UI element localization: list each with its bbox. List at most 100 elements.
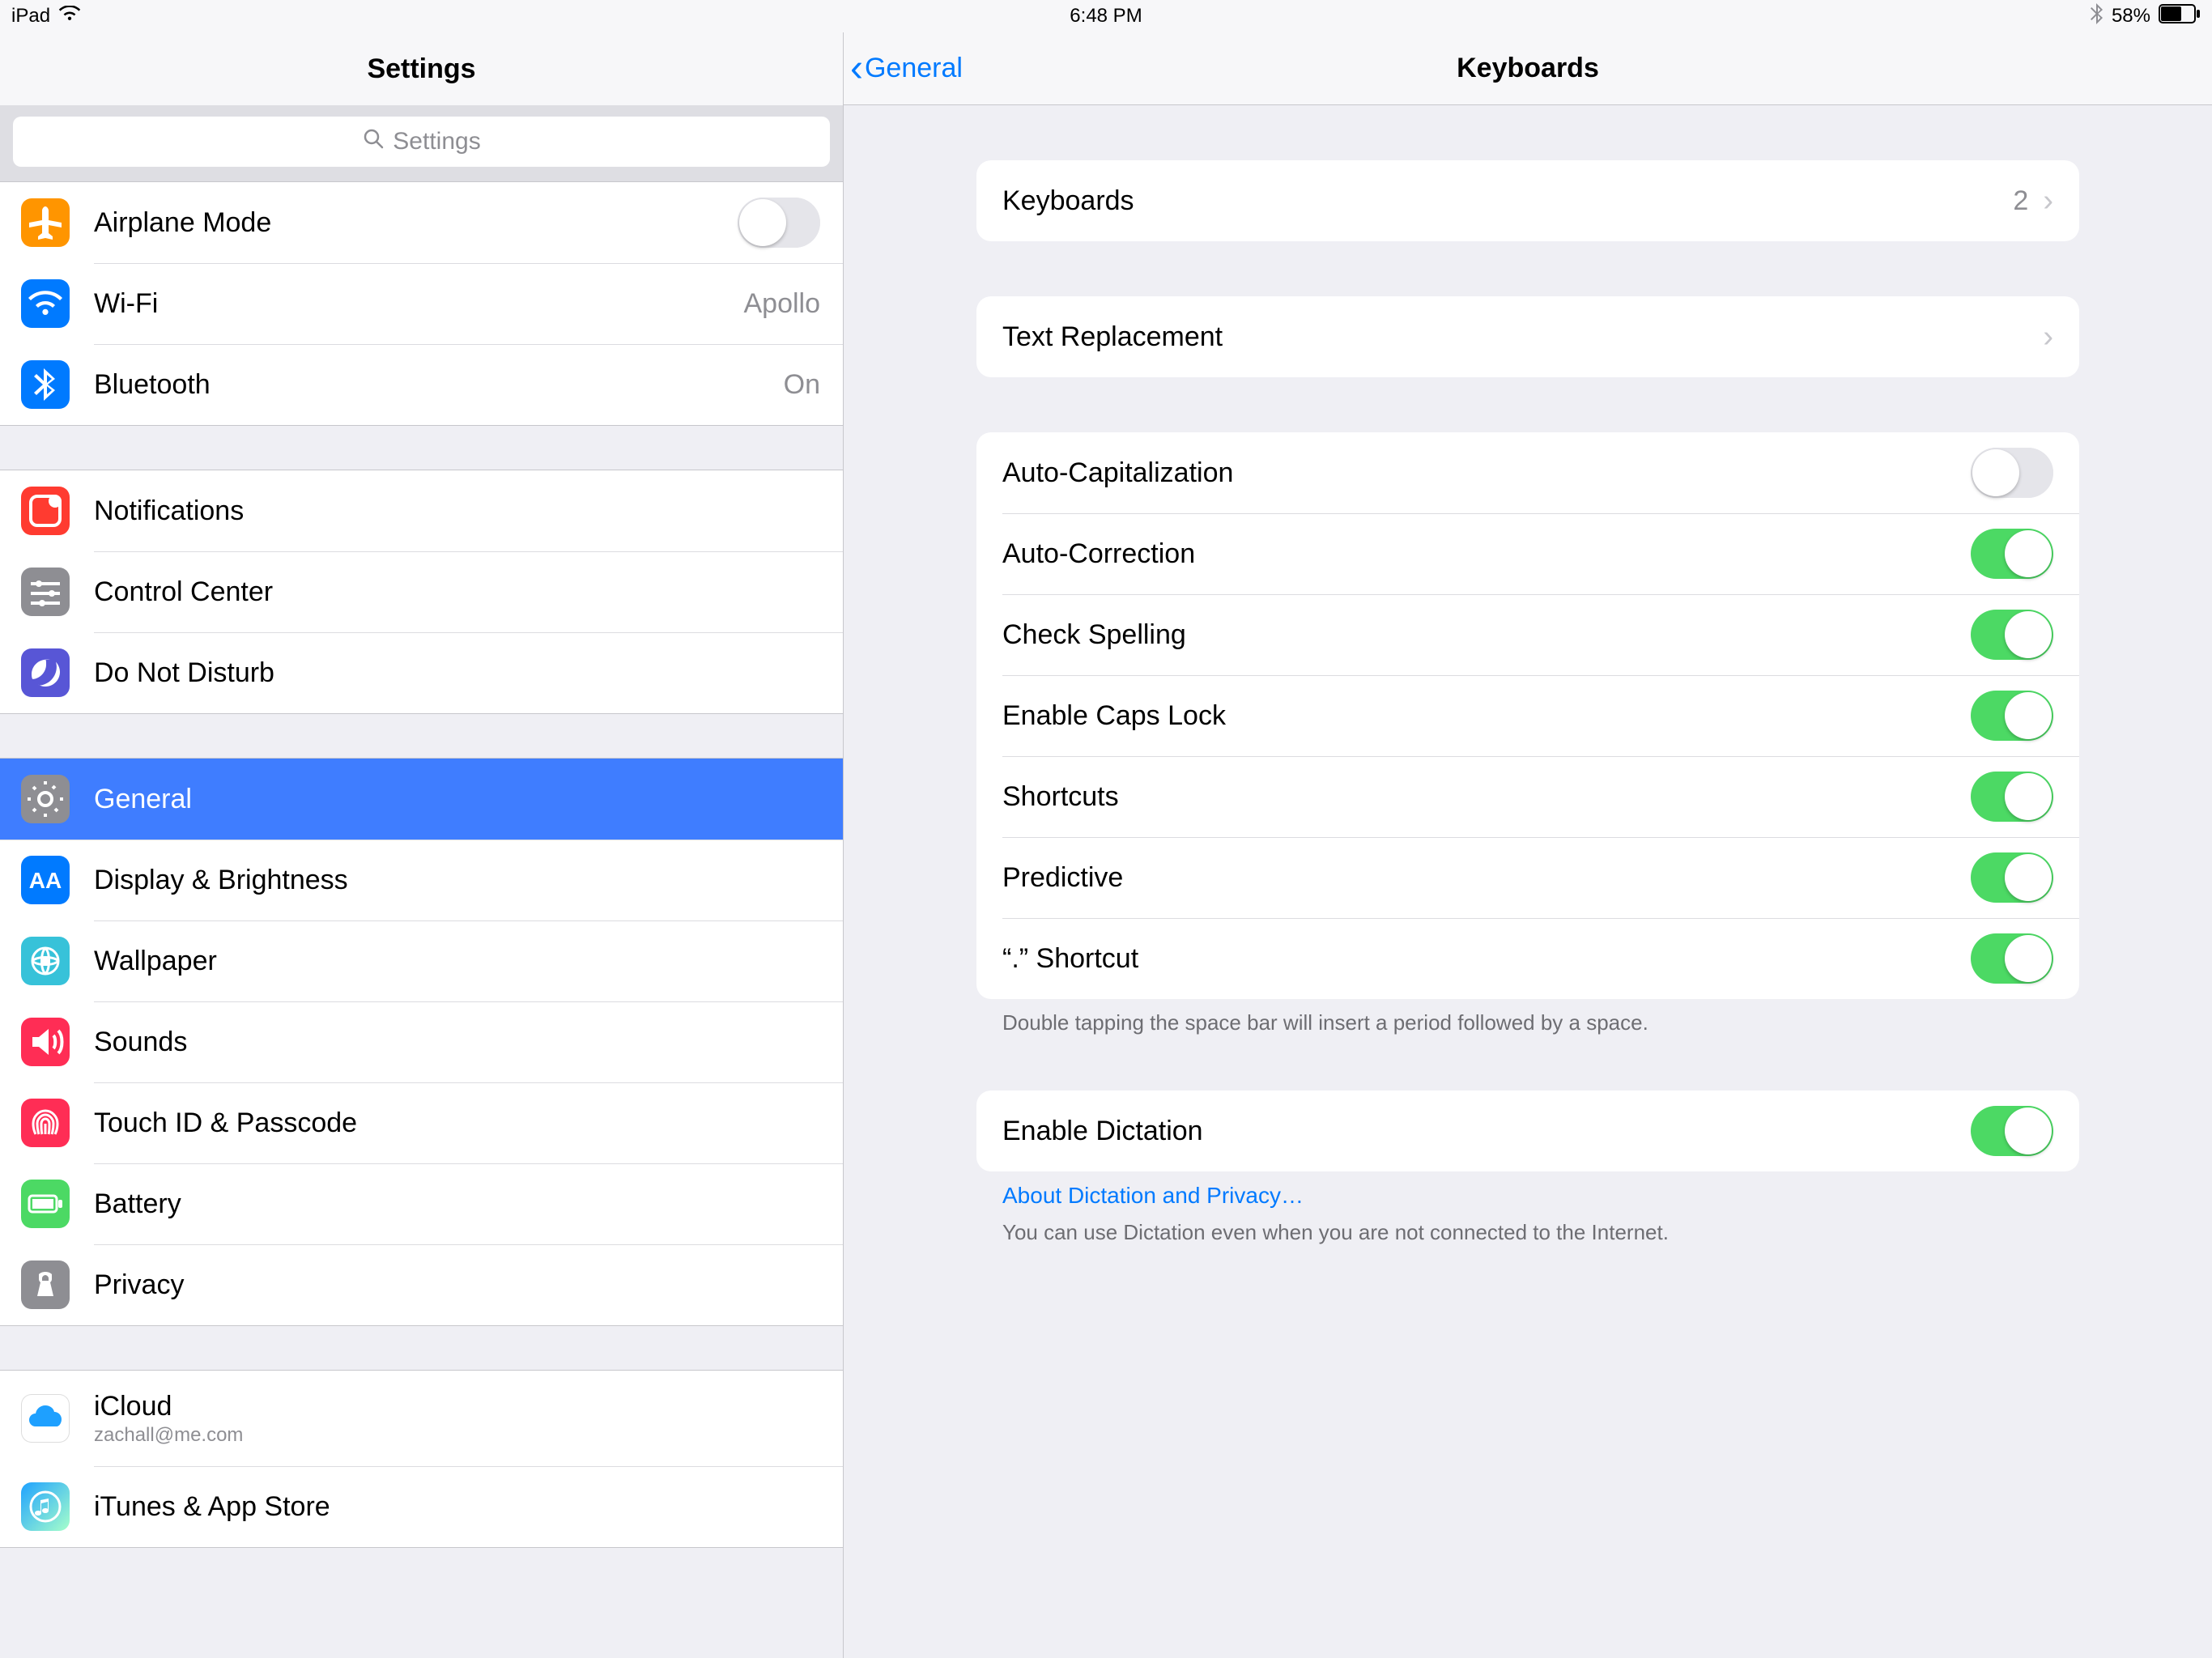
detail-row-label: Enable Caps Lock: [1002, 700, 1971, 732]
battery-percent: 58%: [2112, 5, 2150, 28]
search-placeholder: Settings: [393, 128, 480, 155]
sidebar-item-notifications[interactable]: Notifications: [0, 470, 843, 551]
controlcenter-icon: [21, 568, 70, 616]
detail-row-label: Shortcuts: [1002, 781, 1971, 813]
detail-row-label: Text Replacement: [1002, 321, 2043, 353]
detail-header: ‹ General Keyboards: [844, 32, 2212, 105]
detail-footer-text: Double tapping the space bar will insert…: [976, 999, 2079, 1035]
detail-row[interactable]: Auto-Correction: [976, 513, 2079, 594]
detail-row-value: 2: [2013, 185, 2028, 217]
sidebar-item-label: Sounds: [94, 1027, 820, 1058]
toggle-switch[interactable]: [1971, 772, 2053, 822]
sidebar-item-itunes[interactable]: iTunes & App Store: [0, 1466, 843, 1547]
detail-row-label: Check Spelling: [1002, 619, 1971, 651]
sidebar-item-label: Do Not Disturb: [94, 657, 820, 689]
wallpaper-icon: [21, 937, 70, 985]
sidebar-item-label: General: [94, 784, 820, 815]
detail-row[interactable]: Text Replacement›: [976, 296, 2079, 377]
detail-row-label: Keyboards: [1002, 185, 2013, 217]
sidebar-item-privacy[interactable]: Privacy: [0, 1244, 843, 1325]
toggle-switch[interactable]: [1971, 448, 2053, 498]
general-icon: [21, 775, 70, 823]
sidebar-item-battery[interactable]: Battery: [0, 1163, 843, 1244]
sidebar-item-general[interactable]: General: [0, 759, 843, 840]
sidebar-item-airplane[interactable]: Airplane Mode: [0, 182, 843, 263]
dnd-icon: [21, 648, 70, 697]
sidebar-group: Airplane ModeWi-FiApolloBluetoothOn: [0, 181, 843, 426]
device-label: iPad: [11, 5, 50, 28]
detail-row[interactable]: Keyboards2 ›: [976, 160, 2079, 241]
sidebar-item-sounds[interactable]: Sounds: [0, 1001, 843, 1082]
notifications-icon: [21, 487, 70, 535]
airplane-toggle[interactable]: [738, 198, 820, 248]
toggle-switch[interactable]: [1971, 1106, 2053, 1156]
detail-row-label: “.” Shortcut: [1002, 943, 1971, 975]
search-input[interactable]: Settings: [13, 117, 830, 167]
sidebar-item-controlcenter[interactable]: Control Center: [0, 551, 843, 632]
status-bar: iPad 6:48 PM 58%: [0, 0, 2212, 32]
privacy-icon: [21, 1261, 70, 1309]
sidebar-item-sublabel: zachall@me.com: [94, 1424, 243, 1447]
touchid-icon: [21, 1099, 70, 1147]
chevron-right-icon: ›: [2043, 184, 2053, 219]
sidebar-item-label: Battery: [94, 1188, 820, 1220]
toggle-switch[interactable]: [1971, 610, 2053, 660]
toggle-switch[interactable]: [1971, 933, 2053, 984]
search-container: Settings: [0, 105, 843, 181]
detail-row[interactable]: Check Spelling: [976, 594, 2079, 675]
toggle-switch[interactable]: [1971, 852, 2053, 903]
wifi-icon: [21, 279, 70, 328]
detail-row[interactable]: Shortcuts: [976, 756, 2079, 837]
battery-icon: [2159, 4, 2201, 29]
detail-group: Enable Dictation: [976, 1090, 2079, 1171]
sidebar-item-icloud[interactable]: iCloudzachall@me.com: [0, 1371, 843, 1466]
detail-title: Keyboards: [1457, 53, 1599, 84]
sidebar-item-touchid[interactable]: Touch ID & Passcode: [0, 1082, 843, 1163]
detail-row-label: Predictive: [1002, 862, 1971, 894]
bluetooth-icon: [21, 360, 70, 409]
sidebar-item-value: On: [784, 369, 820, 401]
chevron-left-icon: ‹: [850, 49, 863, 88]
detail-row[interactable]: Enable Caps Lock: [976, 675, 2079, 756]
detail-group: Auto-Capitalization Auto-Correction Check …: [976, 432, 2079, 999]
sidebar-item-bluetooth[interactable]: BluetoothOn: [0, 344, 843, 425]
sounds-icon: [21, 1018, 70, 1066]
sidebar-item-label: iCloud: [94, 1391, 243, 1422]
sidebar-item-wallpaper[interactable]: Wallpaper: [0, 920, 843, 1001]
battery-icon: [21, 1180, 70, 1228]
sidebar-item-label: Bluetooth: [94, 369, 784, 401]
sidebar-group: General AADisplay & Brightness Wallpaper So…: [0, 758, 843, 1326]
sidebar-item-label: Wi-Fi: [94, 288, 743, 320]
detail-row[interactable]: Enable Dictation: [976, 1090, 2079, 1171]
sidebar-item-label: Notifications: [94, 495, 820, 527]
search-icon: [362, 127, 385, 156]
detail-footer-text: You can use Dictation even when you are …: [976, 1209, 2079, 1245]
sidebar-item-dnd[interactable]: Do Not Disturb: [0, 632, 843, 713]
detail-row[interactable]: “.” Shortcut: [976, 918, 2079, 999]
detail-row[interactable]: Predictive: [976, 837, 2079, 918]
detail-group: Text Replacement›: [976, 296, 2079, 377]
detail-row-label: Auto-Correction: [1002, 538, 1971, 570]
itunes-icon: [21, 1482, 70, 1531]
sidebar-item-label: Privacy: [94, 1269, 820, 1301]
settings-sidebar: Settings Settings Airplane ModeWi-FiApol…: [0, 32, 844, 1658]
sidebar-group: Notifications Control Center Do Not Distur…: [0, 470, 843, 714]
detail-row-label: Auto-Capitalization: [1002, 457, 1971, 489]
svg-text:AA: AA: [29, 868, 62, 893]
back-button[interactable]: ‹ General: [844, 49, 963, 88]
sidebar-item-label: Control Center: [94, 576, 820, 608]
airplane-icon: [21, 198, 70, 247]
toggle-switch[interactable]: [1971, 529, 2053, 579]
display-icon: AA: [21, 856, 70, 904]
sidebar-item-wifi[interactable]: Wi-FiApollo: [0, 263, 843, 344]
detail-row[interactable]: Auto-Capitalization: [976, 432, 2079, 513]
detail-footer-link[interactable]: About Dictation and Privacy…: [976, 1171, 2079, 1209]
chevron-right-icon: ›: [2043, 320, 2053, 355]
detail-row-label: Enable Dictation: [1002, 1116, 1971, 1147]
sidebar-item-display[interactable]: AADisplay & Brightness: [0, 840, 843, 920]
toggle-switch[interactable]: [1971, 691, 2053, 741]
sidebar-item-label: iTunes & App Store: [94, 1491, 820, 1523]
sidebar-title: Settings: [0, 32, 843, 105]
sidebar-item-label: Wallpaper: [94, 946, 820, 977]
sidebar-item-value: Apollo: [743, 288, 820, 320]
